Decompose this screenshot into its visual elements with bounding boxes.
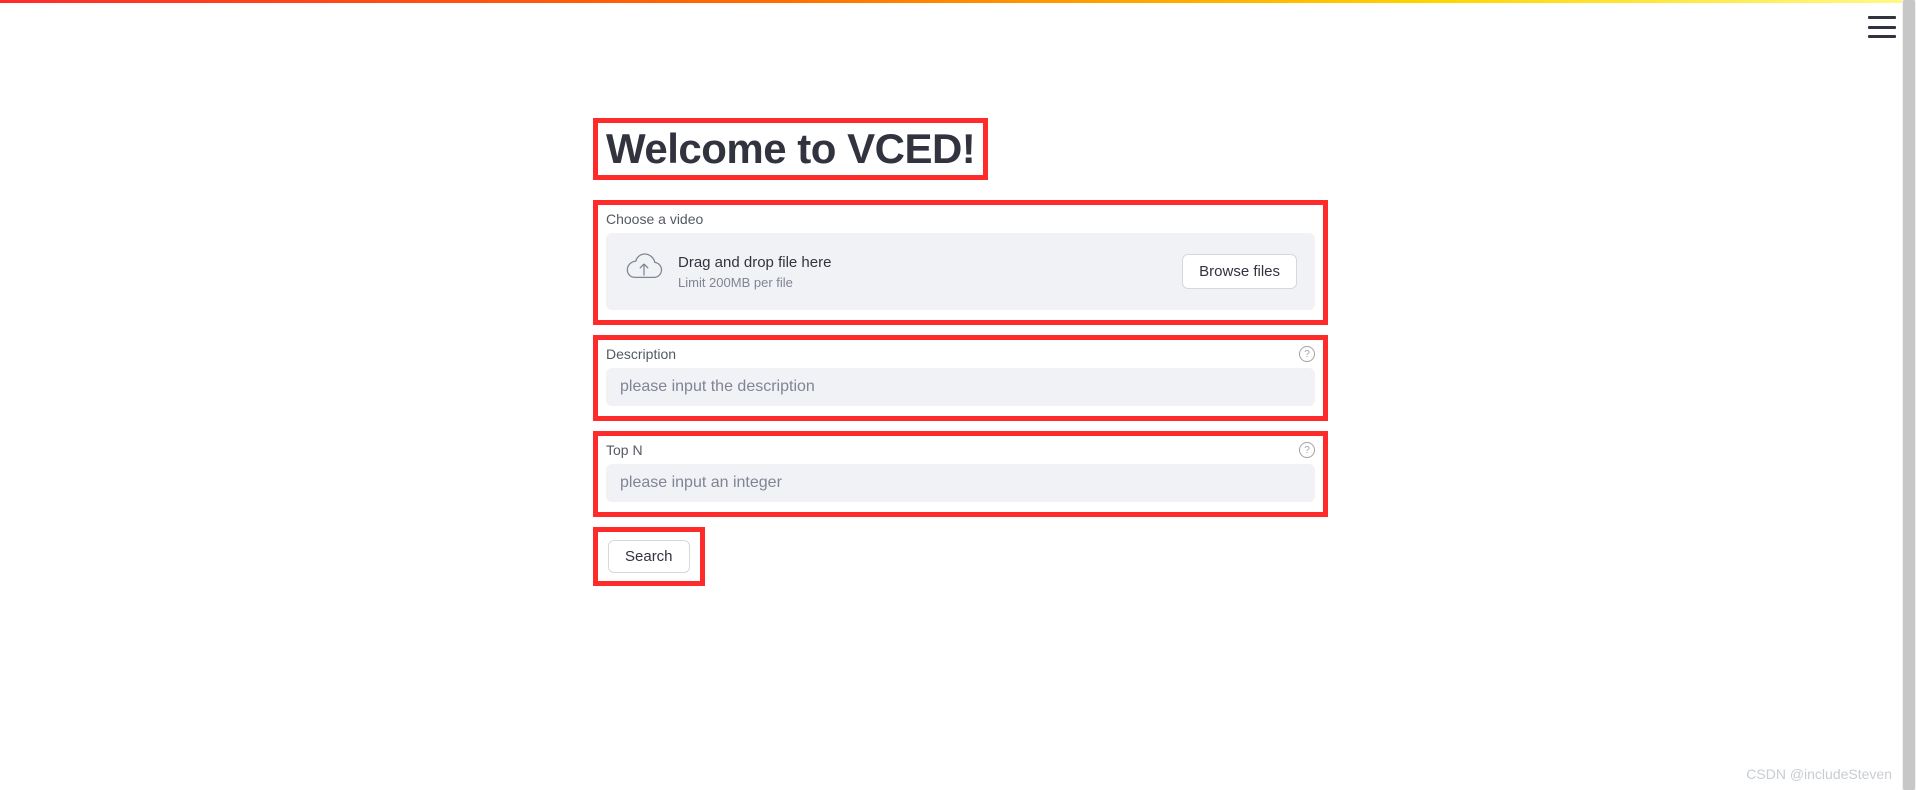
watermark-text: CSDN @includeSteven [1746,766,1892,782]
topn-label: Top N [606,442,643,458]
topn-input[interactable] [606,464,1315,502]
scrollbar-thumb[interactable] [1903,0,1915,790]
vertical-scrollbar[interactable] [1902,0,1916,790]
browse-files-button[interactable]: Browse files [1182,254,1297,289]
page-title: Welcome to VCED! [593,118,988,180]
file-uploader-label: Choose a video [606,211,1315,227]
help-icon[interactable]: ? [1299,442,1315,458]
main-container: Welcome to VCED! Choose a video Drag and… [588,3,1328,586]
dropzone-limit: Limit 200MB per file [678,275,831,290]
description-input[interactable] [606,368,1315,406]
search-button[interactable]: Search [608,540,690,573]
main-menu-icon[interactable] [1868,16,1896,38]
topn-section: Top N ? [593,431,1328,517]
dropzone-instruction: Drag and drop file here [678,254,831,271]
description-section: Description ? [593,335,1328,421]
search-section: Search [593,527,705,586]
description-label: Description [606,346,676,362]
help-icon[interactable]: ? [1299,346,1315,362]
file-uploader-section: Choose a video Drag and drop file here L… [593,200,1328,325]
file-dropzone[interactable]: Drag and drop file here Limit 200MB per … [606,233,1315,310]
cloud-upload-icon [624,249,664,294]
